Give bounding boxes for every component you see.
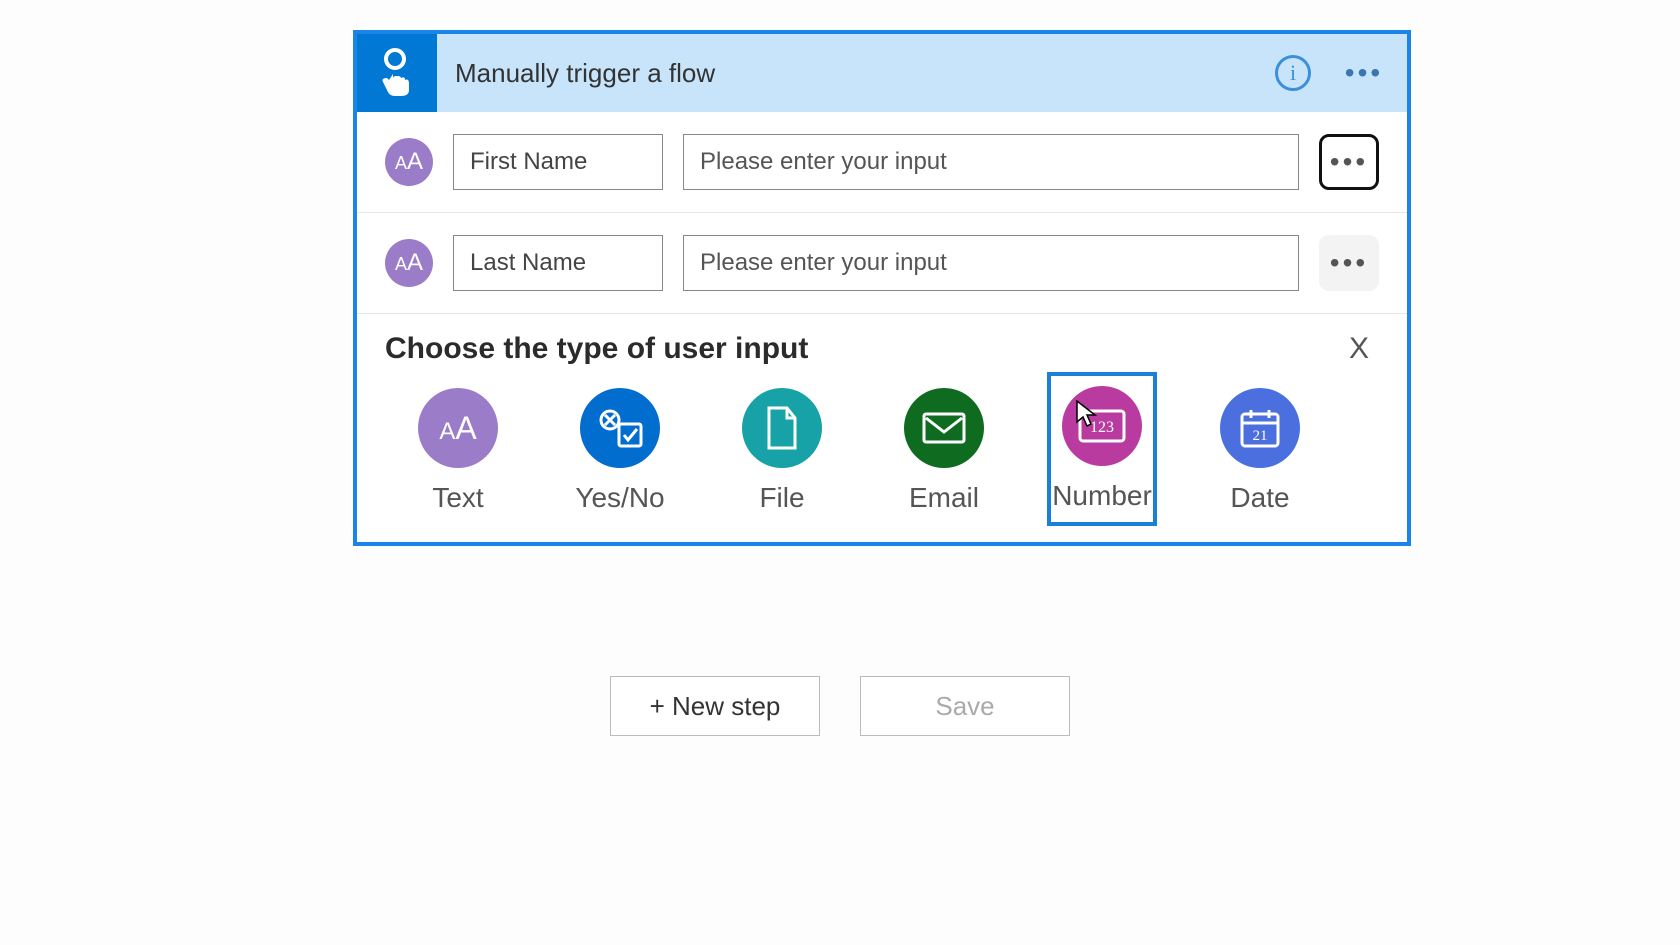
info-icon[interactable]: i	[1275, 55, 1311, 91]
input-row-more-menu[interactable]: •••	[1319, 134, 1379, 190]
new-step-button[interactable]: + New step	[610, 676, 820, 736]
input-type-number[interactable]: 123 Number	[1047, 372, 1157, 526]
text-type-icon: AA	[385, 239, 433, 287]
trigger-title: Manually trigger a flow	[437, 58, 1275, 89]
type-label: Email	[909, 482, 979, 514]
choose-input-type-section: Choose the type of user input X AA Text	[357, 314, 1407, 542]
type-label: Number	[1052, 480, 1152, 512]
input-type-date[interactable]: 21 Date	[1205, 382, 1315, 520]
touch-icon	[375, 48, 419, 98]
trigger-icon-box	[357, 34, 437, 112]
input-type-grid: AA Text Yes/No	[385, 382, 1379, 520]
trigger-more-menu[interactable]: •••	[1339, 53, 1389, 93]
input-row-last-name: AA •••	[357, 213, 1407, 314]
choose-title: Choose the type of user input	[385, 332, 808, 366]
type-label: File	[759, 482, 804, 514]
input-value-field[interactable]	[683, 235, 1299, 291]
aa-icon: AA	[395, 249, 423, 277]
save-button[interactable]: Save	[860, 676, 1070, 736]
close-icon[interactable]: X	[1339, 332, 1379, 366]
email-icon	[904, 388, 984, 468]
svg-text:21: 21	[1253, 428, 1268, 444]
input-name-field[interactable]	[453, 235, 663, 291]
svg-text:123: 123	[1090, 419, 1114, 436]
input-type-file[interactable]: File	[727, 382, 837, 520]
number-icon: 123	[1062, 386, 1142, 466]
input-type-text[interactable]: AA Text	[403, 382, 513, 520]
type-label: Date	[1230, 482, 1289, 514]
input-type-yesno[interactable]: Yes/No	[565, 382, 675, 520]
text-icon: AA	[418, 388, 498, 468]
trigger-card: Manually trigger a flow i ••• AA ••• AA …	[353, 30, 1411, 546]
flow-action-bar: + New step Save	[610, 676, 1070, 736]
input-name-field[interactable]	[453, 134, 663, 190]
input-row-first-name: AA •••	[357, 112, 1407, 213]
type-label: Yes/No	[575, 482, 664, 514]
text-type-icon: AA	[385, 138, 433, 186]
type-label: Text	[432, 482, 483, 514]
trigger-header[interactable]: Manually trigger a flow i •••	[357, 34, 1407, 112]
file-icon	[742, 388, 822, 468]
aa-icon: AA	[395, 148, 423, 176]
input-type-email[interactable]: Email	[889, 382, 999, 520]
input-value-field[interactable]	[683, 134, 1299, 190]
input-row-more-menu[interactable]: •••	[1319, 235, 1379, 291]
yesno-icon	[580, 388, 660, 468]
date-icon: 21	[1220, 388, 1300, 468]
